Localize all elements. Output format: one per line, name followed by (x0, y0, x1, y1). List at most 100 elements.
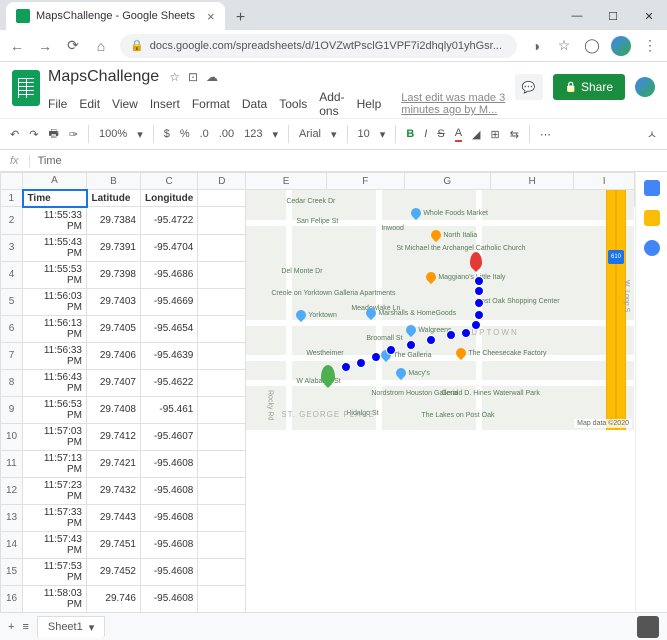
row-header[interactable]: 2 (1, 207, 23, 235)
cell[interactable]: -95.4608 (141, 585, 198, 612)
cell[interactable]: 29.7407 (87, 369, 141, 396)
font-size-select[interactable]: 10 (358, 128, 370, 140)
cell[interactable]: -95.4607 (141, 423, 198, 450)
menu-edit[interactable]: Edit (79, 97, 100, 111)
cell[interactable]: 11:57:53 PM (23, 558, 87, 585)
cell[interactable] (198, 558, 246, 585)
col-header[interactable]: D (198, 173, 246, 190)
menu-format[interactable]: Format (192, 97, 230, 111)
cell[interactable]: 11:57:33 PM (23, 504, 87, 531)
cell[interactable]: -95.4608 (141, 450, 198, 477)
explore-button[interactable] (637, 616, 659, 638)
cell[interactable]: -95.4722 (141, 207, 198, 235)
more-toolbar-button[interactable]: ⋯ (540, 128, 551, 141)
cell[interactable]: 29.7443 (87, 504, 141, 531)
percent-button[interactable]: % (180, 128, 190, 140)
cell[interactable]: 29.7384 (87, 207, 141, 235)
cell[interactable]: 11:55:53 PM (23, 261, 87, 288)
row-header[interactable]: 8 (1, 369, 23, 396)
menu-icon[interactable]: ⋮ (641, 37, 659, 54)
cell[interactable] (198, 531, 246, 558)
close-tab-icon[interactable]: × (207, 9, 215, 24)
currency-button[interactable]: $ (164, 128, 170, 140)
minimize-button[interactable]: — (559, 2, 595, 30)
cell[interactable]: 29.7406 (87, 342, 141, 369)
cell[interactable]: 11:56:13 PM (23, 315, 87, 342)
cell[interactable]: 11:55:33 PM (23, 207, 87, 235)
undo-icon[interactable]: ↶ (10, 128, 19, 141)
cloud-status-icon[interactable]: ☁ (206, 70, 218, 84)
cell[interactable]: -95.461 (141, 396, 198, 423)
row-header[interactable]: 14 (1, 531, 23, 558)
cell[interactable]: 11:55:43 PM (23, 234, 87, 261)
cell[interactable]: -95.4608 (141, 477, 198, 504)
row-header[interactable]: 1 (1, 190, 23, 207)
fill-color-button[interactable]: ◢ (472, 128, 480, 141)
cell[interactable]: 11:57:23 PM (23, 477, 87, 504)
menu-data[interactable]: Data (242, 97, 267, 111)
cell[interactable]: 29.7421 (87, 450, 141, 477)
col-header[interactable]: G (404, 173, 490, 190)
col-header[interactable]: F (326, 173, 404, 190)
col-header[interactable]: B (87, 173, 141, 190)
print-icon[interactable]: 🖶 (48, 125, 58, 144)
cell[interactable]: 29.7405 (87, 315, 141, 342)
add-sheet-button[interactable]: + (8, 621, 14, 633)
cell[interactable]: 29.7451 (87, 531, 141, 558)
embedded-map[interactable]: 610 W. Loop S Rocky Rd Cedar Creek Dr Sa… (246, 190, 634, 430)
cell[interactable]: 11:58:03 PM (23, 585, 87, 612)
cell[interactable] (198, 288, 246, 315)
calendar-addon-icon[interactable] (644, 180, 660, 196)
font-select[interactable]: Arial (299, 128, 321, 140)
cell[interactable]: 11:57:03 PM (23, 423, 87, 450)
cell[interactable]: 29.7391 (87, 234, 141, 261)
collapse-toolbar-icon[interactable]: ㅅ (647, 126, 657, 142)
new-tab-button[interactable]: + (229, 6, 253, 30)
tasks-addon-icon[interactable] (644, 240, 660, 256)
cell[interactable]: -95.4622 (141, 369, 198, 396)
profile-avatar[interactable] (611, 36, 631, 56)
col-header[interactable]: C (141, 173, 198, 190)
cell[interactable]: -95.4608 (141, 558, 198, 585)
row-header[interactable]: 10 (1, 423, 23, 450)
spreadsheet-grid[interactable]: A B C D E F G H I 1 Time Latitude Longit… (0, 172, 635, 612)
cell[interactable] (198, 369, 246, 396)
cell[interactable]: Longitude (141, 190, 198, 207)
cell[interactable] (198, 504, 246, 531)
row-header[interactable]: 11 (1, 450, 23, 477)
cell[interactable] (198, 207, 246, 235)
cell[interactable]: -95.4686 (141, 261, 198, 288)
row-header[interactable]: 12 (1, 477, 23, 504)
browser-tab[interactable]: MapsChallenge - Google Sheets × (6, 2, 225, 30)
cell[interactable]: 11:56:03 PM (23, 288, 87, 315)
cell[interactable]: 11:56:53 PM (23, 396, 87, 423)
row-header[interactable]: 6 (1, 315, 23, 342)
cell[interactable] (198, 423, 246, 450)
cell[interactable]: 29.7452 (87, 558, 141, 585)
star-icon[interactable]: ☆ (555, 37, 573, 54)
row-header[interactable]: 9 (1, 396, 23, 423)
all-sheets-button[interactable]: ≡ (22, 621, 28, 633)
forward-icon[interactable]: → (36, 38, 54, 54)
menu-help[interactable]: Help (357, 97, 382, 111)
share-button[interactable]: Share (553, 74, 625, 100)
cell[interactable]: 11:57:13 PM (23, 450, 87, 477)
row-header[interactable]: 13 (1, 504, 23, 531)
italic-button[interactable]: I (424, 128, 427, 140)
number-format-select[interactable]: 123 (244, 128, 262, 140)
extension-icon[interactable]: ◯ (583, 37, 601, 54)
cell[interactable]: -95.4654 (141, 315, 198, 342)
cell[interactable] (198, 396, 246, 423)
cell[interactable]: 11:56:43 PM (23, 369, 87, 396)
cell[interactable]: -95.4608 (141, 504, 198, 531)
account-avatar[interactable] (635, 77, 655, 97)
sheets-logo-icon[interactable] (12, 70, 40, 106)
cell[interactable]: 11:57:43 PM (23, 531, 87, 558)
cell[interactable]: 29.746 (87, 585, 141, 612)
bold-button[interactable]: B (406, 128, 414, 140)
menu-file[interactable]: File (48, 97, 67, 111)
menu-insert[interactable]: Insert (150, 97, 180, 111)
url-field[interactable]: 🔒 docs.google.com/spreadsheets/d/1OVZwtP… (120, 34, 517, 58)
cell[interactable]: -95.4669 (141, 288, 198, 315)
close-window-button[interactable]: ✕ (631, 2, 667, 30)
